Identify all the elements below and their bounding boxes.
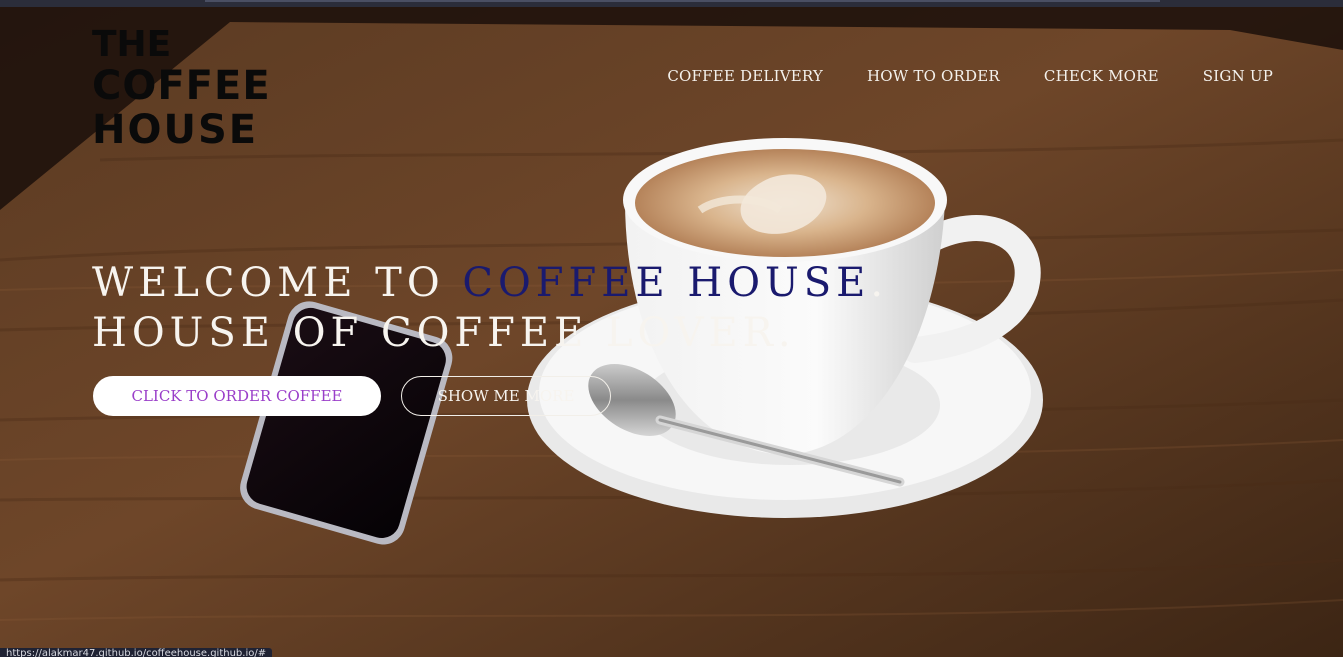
nav-how-to-order[interactable]: HOW TO ORDER: [867, 67, 1000, 85]
hero-line-1-accent: COFFEE HOUSE: [462, 260, 871, 306]
hero-heading: WELCOME TO COFFEE HOUSE. HOUSE OF COFFEE…: [92, 258, 888, 358]
nav-check-more[interactable]: CHECK MORE: [1044, 67, 1159, 85]
logo-line-the: THE: [92, 24, 172, 65]
hero-line-1-suffix: .: [870, 260, 889, 306]
logo-line-coffee: COFFEE: [92, 63, 271, 109]
main-nav: COFFEE DELIVERY HOW TO ORDER CHECK MORE …: [667, 67, 1273, 85]
browser-top-strip: [0, 0, 1343, 7]
logo-line-house: HOUSE: [92, 107, 259, 153]
hero-line-1: WELCOME TO COFFEE HOUSE.: [92, 258, 888, 308]
hero-line-1-prefix: WELCOME TO: [92, 260, 463, 306]
show-me-more-button[interactable]: SHOW ME MORE: [401, 376, 611, 416]
order-coffee-button[interactable]: CLICK TO ORDER COFFEE: [93, 376, 381, 416]
nav-coffee-delivery[interactable]: COFFEE DELIVERY: [667, 67, 823, 85]
browser-top-strip-inner: [205, 0, 1160, 2]
site-logo[interactable]: THE COFFEE HOUSE: [92, 24, 271, 153]
hero-line-2: HOUSE OF COFFEE LOVER.: [92, 310, 796, 356]
nav-sign-up[interactable]: SIGN UP: [1203, 67, 1273, 85]
status-bar-url: https://alakmar47.github.io/coffeehouse.…: [0, 648, 273, 657]
cta-buttons: CLICK TO ORDER COFFEE SHOW ME MORE: [93, 376, 611, 416]
coffee-house-landing-page: THE COFFEE HOUSE COFFEE DELIVERY HOW TO …: [0, 0, 1343, 657]
